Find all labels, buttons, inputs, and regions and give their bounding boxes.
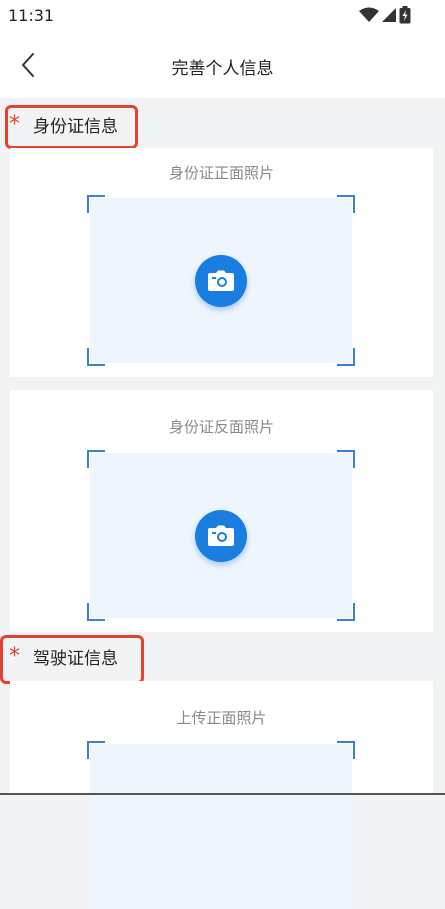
frame-corner [87,603,105,621]
camera-icon [208,270,234,291]
status-time: 11:31 [8,6,55,25]
upload-card-license-front: 上传正面照片 [10,681,433,909]
section-title: 驾驶证信息 [33,649,118,669]
frame-corner [87,450,105,468]
frame-corner [87,741,105,759]
frame-corner [337,348,355,366]
page-title: 完善个人信息 [171,59,274,79]
upload-label: 身份证正面照片 [168,164,274,182]
upload-label: 身份证反面照片 [168,418,274,436]
frame-corner [87,195,105,213]
frame-corner [87,348,105,366]
upload-card-id-front: 身份证正面照片 [10,148,433,377]
frame-corner [337,195,355,213]
upload-card-id-back: 身份证反面照片 [10,390,433,632]
frame-corner [337,603,355,621]
camera-icon [208,525,234,546]
upload-area-id-back[interactable] [87,450,355,621]
status-bar: 11:31 [0,0,445,32]
required-mark: * [9,644,20,669]
upload-area-id-front[interactable] [87,195,355,366]
navigation-bar: 完善个人信息 [0,32,445,98]
section-header-driver-license: * 驾驶证信息 [0,632,445,684]
upload-area-license-front[interactable] [87,741,355,909]
status-icons [359,6,411,24]
battery-icon [399,6,411,24]
frame-corner [337,741,355,759]
camera-button[interactable] [195,509,247,562]
upload-label: 上传正面照片 [176,709,267,727]
required-mark: * [9,112,20,137]
signal-icon [382,8,396,22]
camera-button[interactable] [195,254,247,307]
wifi-icon [359,7,379,22]
section-title: 身份证信息 [33,117,118,137]
frame-corner [337,450,355,468]
section-header-id-card: * 身份证信息 [0,100,445,149]
